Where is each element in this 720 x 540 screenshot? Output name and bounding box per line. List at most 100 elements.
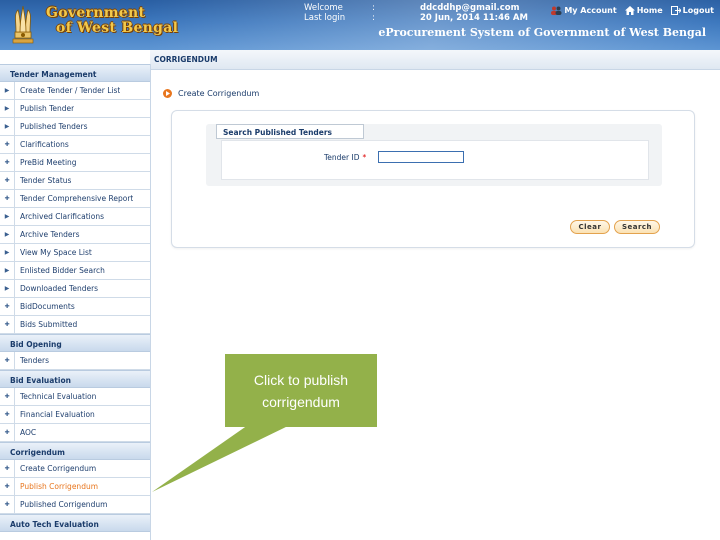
sidebar-item-label: Downloaded Tenders — [20, 284, 99, 293]
plus-icon: ✚ — [0, 190, 15, 207]
system-title: eProcurement System of Government of Wes… — [378, 26, 706, 39]
chevron-right-icon: ▶ — [0, 82, 15, 99]
government-title-line2: of West Bengal — [56, 20, 179, 36]
tender-id-label-text: Tender ID — [324, 153, 360, 162]
sidebar-section-corrigendum[interactable]: Corrigendum — [0, 442, 150, 460]
sidebar-item-published-corrigendum[interactable]: ✚ Published Corrigendum — [0, 496, 150, 514]
clear-button[interactable]: Clear — [570, 220, 610, 234]
sidebar-section-tender-management[interactable]: Tender Management — [0, 64, 150, 82]
sidebar-item-technical-evaluation[interactable]: ✚ Technical Evaluation — [0, 388, 150, 406]
sidebar-item-label: PreBid Meeting — [20, 158, 77, 167]
sidebar-item-archive-tenders[interactable]: ▶ Archive Tenders — [0, 226, 150, 244]
breadcrumb: CORRIGENDUM — [150, 50, 720, 70]
plus-icon: ✚ — [0, 316, 15, 333]
sidebar-item-label: Tender Comprehensive Report — [20, 194, 134, 203]
search-panel: Search Published Tenders Tender ID * Clea… — [171, 110, 695, 248]
sidebar-item-label: Tenders — [20, 356, 50, 365]
sidebar-item-label: AOC — [20, 428, 37, 437]
last-login-label: Last login — [304, 13, 346, 23]
plus-icon: ✚ — [0, 352, 15, 369]
plus-icon: ✚ — [0, 172, 15, 189]
chevron-right-icon: ▶ — [0, 244, 15, 261]
chevron-right-icon: ▶ — [0, 280, 15, 297]
sidebar-item-label: Clarifications — [20, 140, 69, 149]
last-login-colon: : — [372, 13, 375, 23]
tender-id-label: Tender ID * — [324, 153, 366, 162]
sidebar-item-bids-submitted[interactable]: ✚ Bids Submitted — [0, 316, 150, 334]
sidebar-section-auto-tech-evaluation[interactable]: Auto Tech Evaluation — [0, 514, 150, 532]
sidebar-item-tenders[interactable]: ✚ Tenders — [0, 352, 150, 370]
annotation-callout: Click to publish corrigendum — [225, 354, 377, 427]
plus-icon: ✚ — [0, 406, 15, 423]
plus-icon: ✚ — [0, 496, 15, 513]
sidebar-item-label: Create Corrigendum — [20, 464, 97, 473]
sidebar-item-create-corrigendum[interactable]: ✚ Create Corrigendum — [0, 460, 150, 478]
sidebar-item-downloaded-tenders[interactable]: ▶ Downloaded Tenders — [0, 280, 150, 298]
sidebar-item-label: Publish Tender — [20, 104, 75, 113]
government-title-line1: Government — [46, 5, 146, 21]
sidebar-item-financial-evaluation[interactable]: ✚ Financial Evaluation — [0, 406, 150, 424]
sidebar-item-label: Archived Clarifications — [20, 212, 105, 221]
government-title: Government of West Bengal — [46, 6, 178, 36]
app-header: Government of West Bengal Welcome : ddcd… — [0, 0, 720, 50]
sidebar-item-biddocuments[interactable]: ✚ BidDocuments — [0, 298, 150, 316]
home-link[interactable]: Home — [624, 6, 663, 15]
sidebar-item-label: Bids Submitted — [20, 320, 78, 329]
plus-icon: ✚ — [0, 478, 15, 495]
sidebar-item-label: Financial Evaluation — [20, 410, 95, 419]
sidebar-item-archived-clarifications[interactable]: ▶ Archived Clarifications — [0, 208, 150, 226]
sidebar-top-spacer — [0, 50, 150, 64]
sidebar-item-published-tenders[interactable]: ▶ Published Tenders — [0, 118, 150, 136]
plus-icon: ✚ — [0, 154, 15, 171]
plus-icon: ✚ — [0, 388, 15, 405]
plus-icon: ✚ — [0, 298, 15, 315]
sidebar-item-create-tender[interactable]: ▶ Create Tender / Tender List — [0, 82, 150, 100]
page-title: Create Corrigendum — [163, 89, 259, 98]
sidebar-item-enlisted-bidder-search[interactable]: ▶ Enlisted Bidder Search — [0, 262, 150, 280]
sidebar-section-bid-evaluation[interactable]: Bid Evaluation — [0, 370, 150, 388]
sidebar-item-label: Published Tenders — [20, 122, 88, 131]
welcome-colon: : — [372, 3, 375, 13]
last-login-value: 20 Jun, 2014 11:46 AM — [420, 13, 528, 23]
sidebar-item-publish-corrigendum[interactable]: ✚ Publish Corrigendum — [0, 478, 150, 496]
home-label: Home — [636, 6, 663, 15]
sidebar-item-label: View My Space List — [20, 248, 92, 257]
search-fieldset: Search Published Tenders Tender ID * — [206, 124, 662, 186]
sidebar-item-aoc[interactable]: ✚ AOC — [0, 424, 150, 442]
sidebar-item-label: BidDocuments — [20, 302, 75, 311]
arrow-right-icon — [163, 89, 172, 98]
sidebar-item-clarifications[interactable]: ✚ Clarifications — [0, 136, 150, 154]
my-account-link[interactable]: My Account — [550, 6, 617, 15]
sidebar-item-label: Technical Evaluation — [20, 392, 97, 401]
sidebar-item-tender-comprehensive-report[interactable]: ✚ Tender Comprehensive Report — [0, 190, 150, 208]
page-title-text: Create Corrigendum — [178, 89, 260, 98]
tender-id-input[interactable] — [378, 151, 464, 163]
sidebar: Tender Management ▶ Create Tender / Tende… — [0, 64, 151, 540]
users-icon — [551, 6, 562, 15]
sidebar-item-publish-tender[interactable]: ▶ Publish Tender — [0, 100, 150, 118]
sidebar-item-label: Published Corrigendum — [20, 500, 108, 509]
search-button[interactable]: Search — [614, 220, 660, 234]
plus-icon: ✚ — [0, 460, 15, 477]
sidebar-item-label: Create Tender / Tender List — [20, 86, 121, 95]
required-mark: * — [362, 153, 367, 162]
sidebar-item-label: Enlisted Bidder Search — [20, 266, 105, 275]
sidebar-section-bid-opening[interactable]: Bid Opening — [0, 334, 150, 352]
sidebar-item-view-my-space-list[interactable]: ▶ View My Space List — [0, 244, 150, 262]
logout-icon — [670, 6, 681, 15]
user-info: Welcome : ddcddhp@gmail.com Last login :… — [262, 3, 552, 23]
plus-icon: ✚ — [0, 136, 15, 153]
search-fieldset-legend: Search Published Tenders — [216, 124, 364, 139]
search-form-box: Tender ID * — [221, 140, 649, 180]
logout-label: Logout — [682, 6, 714, 15]
chevron-right-icon: ▶ — [0, 118, 15, 135]
logout-link[interactable]: Logout — [670, 6, 714, 15]
top-links: My Account Home Logout — [550, 6, 714, 15]
sidebar-item-label: Archive Tenders — [20, 230, 80, 239]
chevron-right-icon: ▶ — [0, 100, 15, 117]
main-content: Create Corrigendum Search Published Tend… — [151, 71, 720, 540]
sidebar-item-prebid-meeting[interactable]: ✚ PreBid Meeting — [0, 154, 150, 172]
sidebar-item-tender-status[interactable]: ✚ Tender Status — [0, 172, 150, 190]
home-icon — [624, 6, 635, 15]
sidebar-item-label: Tender Status — [20, 176, 72, 185]
